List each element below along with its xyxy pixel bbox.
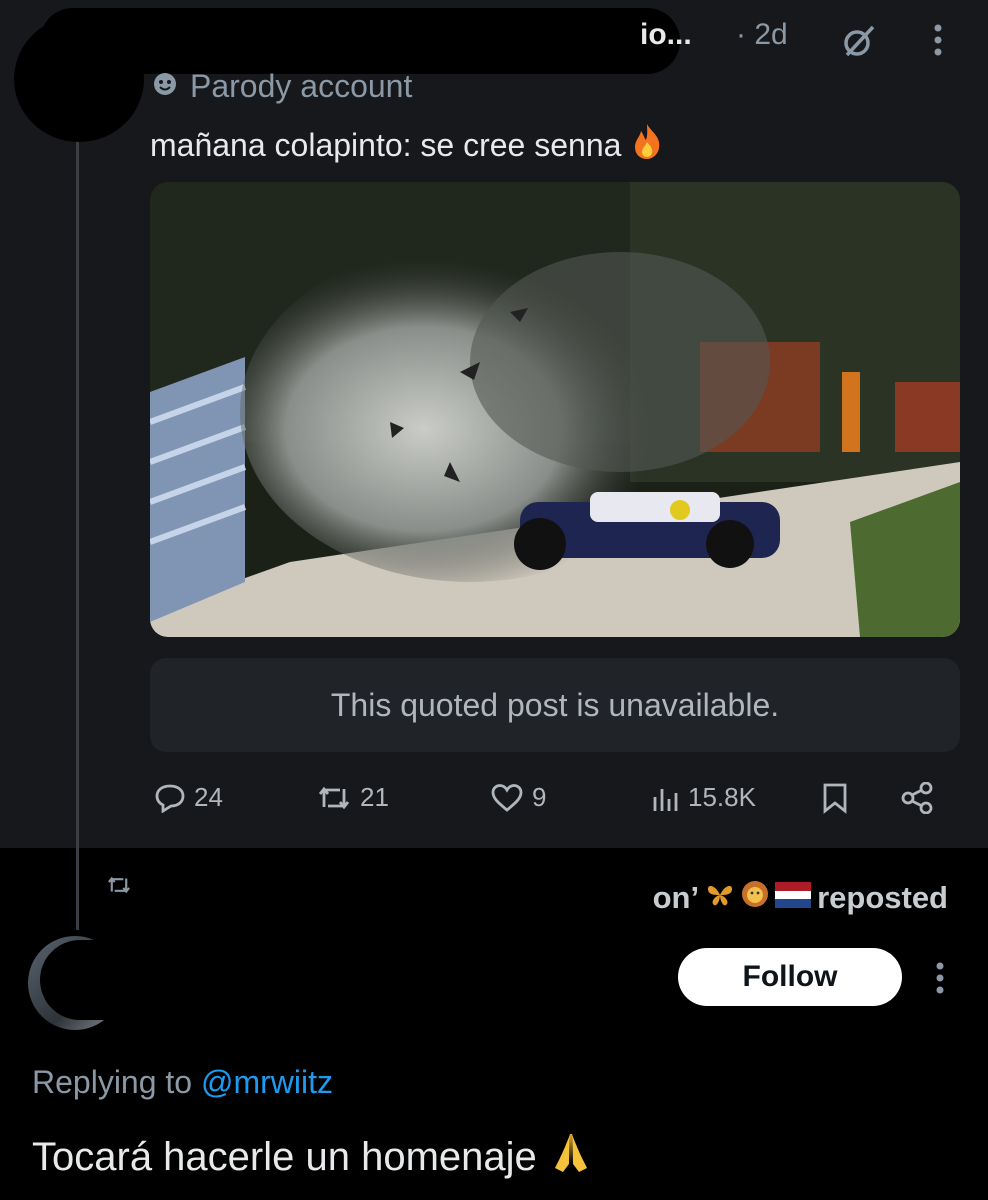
view-count: 15.8K [688,782,756,812]
quoted-post-unavailable: This quoted post is unavailable. [150,658,960,752]
lion-icon [741,880,769,916]
parody-mask-icon [152,68,178,105]
repost-count: 21 [360,782,389,812]
redaction-name [40,8,680,74]
heart-icon [491,783,523,812]
post-text: mañana colapinto: se cree senna [150,122,663,168]
reply-icon [155,784,185,813]
repost-button[interactable]: 21 [316,782,389,813]
analytics-icon [653,788,678,811]
views-button[interactable]: 15.8K [650,782,756,813]
post-text-content: mañana colapinto: se cree senna [150,126,622,163]
reply-text-content: Tocará hacerle un homenaje [32,1134,537,1179]
repost-indicator-icon [106,874,132,901]
follow-button[interactable]: Follow [678,948,902,1006]
post-image[interactable] [150,182,960,637]
action-bar: 24 21 9 15.8K [150,782,950,822]
repost-icon [318,786,350,809]
more-options-icon[interactable] [930,958,950,1003]
share-icon [901,782,933,814]
fire-icon [631,122,663,168]
repost-label: on’ reposted [653,880,948,916]
reposter-name-tail[interactable]: on’ [653,880,700,916]
grok-icon[interactable] [842,24,876,63]
parody-label: Parody account [190,68,413,104]
butterfly-icon [705,880,735,916]
author-name[interactable]: io... [640,18,692,52]
thread-line [76,100,79,930]
like-count: 9 [532,782,547,812]
reply-text: Tocará hacerle un homenaje [32,1130,591,1184]
redaction-reposter [150,868,630,924]
reply-count: 24 [194,782,223,812]
parody-badge: Parody account [152,68,412,105]
more-options-icon[interactable] [928,20,948,65]
folded-hands-icon [551,1130,591,1184]
redaction-reply-author [40,940,560,1020]
netherlands-flag-icon [775,880,812,916]
post-time[interactable]: · 2d [736,18,788,52]
bookmark-button[interactable] [822,782,848,814]
reposted-label: reposted [817,880,948,915]
replying-prefix: Replying to [32,1064,193,1100]
like-button[interactable]: 9 [490,782,546,813]
bookmark-icon [823,783,847,814]
share-button[interactable] [900,782,936,814]
replying-handle-link[interactable]: @mrwiitz [201,1064,333,1100]
reply-button[interactable]: 24 [154,782,223,813]
replying-to: Replying to @mrwiitz [32,1064,333,1101]
